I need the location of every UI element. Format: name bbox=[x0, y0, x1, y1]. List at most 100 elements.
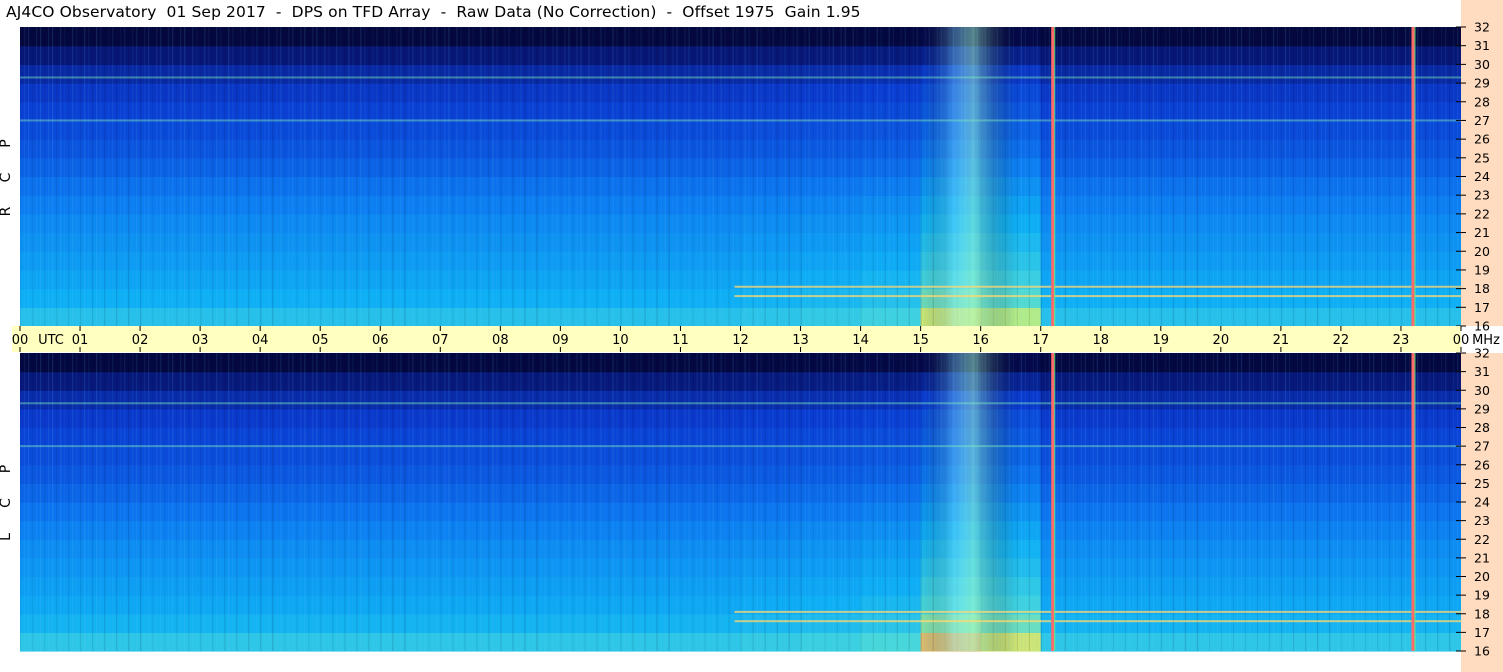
horizontal-band bbox=[20, 76, 1461, 79]
spectrogram-streak bbox=[1100, 353, 1103, 651]
spectrogram-streak bbox=[812, 27, 814, 326]
spectrogram-streak bbox=[1212, 27, 1215, 326]
spectrogram-streak bbox=[256, 353, 258, 651]
spectrogram-streak bbox=[1437, 353, 1439, 651]
time-tick-label: 14 bbox=[852, 333, 869, 348]
spectrogram-streak bbox=[864, 353, 866, 651]
spectrogram-streak bbox=[68, 353, 70, 651]
horizontal-band bbox=[734, 295, 1461, 298]
frequency-tick-label: 22 bbox=[1474, 532, 1490, 547]
spectrogram-streak bbox=[424, 353, 426, 651]
spectrogram-streak bbox=[564, 353, 566, 651]
frequency-tick-label: 19 bbox=[1474, 588, 1490, 603]
spectrogram-streak bbox=[1128, 353, 1131, 651]
spectrogram-streak bbox=[272, 353, 274, 651]
spectrogram-streak bbox=[264, 27, 266, 326]
spectrogram-streak bbox=[1389, 353, 1391, 651]
spectrogram-streak bbox=[1200, 27, 1203, 326]
spectrogram-streak bbox=[360, 27, 362, 326]
spectrogram-streak bbox=[152, 27, 154, 326]
spectrogram-streak bbox=[1244, 353, 1247, 651]
spectrogram-streak bbox=[264, 353, 266, 651]
spectrogram-streak bbox=[116, 27, 118, 326]
spectrogram-streak bbox=[804, 27, 806, 326]
spectrogram-streak bbox=[544, 353, 546, 651]
spectrogram-streak bbox=[64, 353, 66, 651]
spectrogram-streak bbox=[712, 353, 714, 651]
spectrogram-streak bbox=[192, 27, 194, 326]
spectrogram-streak bbox=[1409, 353, 1411, 651]
spectrogram-streak bbox=[568, 353, 570, 651]
spectrogram-streak bbox=[400, 27, 402, 326]
spectrogram-streak bbox=[912, 353, 914, 651]
spectrogram-streak bbox=[1144, 353, 1147, 651]
time-tick-label: 05 bbox=[312, 333, 329, 348]
spectrogram-streak bbox=[884, 27, 886, 326]
spectrogram-streak bbox=[1272, 27, 1275, 326]
spectrogram-streak bbox=[552, 27, 554, 326]
spectrogram-streak bbox=[80, 353, 82, 651]
spectrogram-streak bbox=[704, 353, 706, 651]
spectrogram-streak bbox=[1264, 27, 1267, 326]
spectrogram-streak bbox=[768, 27, 770, 326]
spectrogram-streak bbox=[436, 353, 438, 651]
spectrogram-streak bbox=[668, 27, 670, 326]
spectrogram-streak bbox=[580, 353, 582, 651]
spectrogram-streak bbox=[1132, 353, 1135, 651]
spectrogram-streak bbox=[660, 27, 662, 326]
spectrogram-streak bbox=[1324, 27, 1327, 326]
spectrogram-streak bbox=[540, 27, 542, 326]
spectrogram-streak bbox=[1240, 27, 1243, 326]
spectrogram-streak bbox=[1060, 27, 1062, 326]
spectrogram-streak bbox=[1080, 27, 1082, 326]
spectrogram-streak bbox=[868, 353, 870, 651]
spectrogram-streak bbox=[780, 27, 782, 326]
spectrogram-streak bbox=[664, 27, 666, 326]
spectrogram-streak bbox=[836, 353, 838, 651]
spectrogram-streak bbox=[32, 353, 34, 651]
spectrogram-streak bbox=[600, 27, 602, 326]
spectrogram-streak bbox=[900, 353, 902, 651]
frequency-tick-label: 24 bbox=[1474, 495, 1490, 510]
spectrogram-streak bbox=[560, 27, 562, 326]
spectrogram-streak bbox=[1296, 353, 1299, 651]
spectrogram-streak bbox=[1449, 27, 1451, 326]
spectrogram-streak bbox=[1320, 27, 1323, 326]
spectrogram-streak bbox=[1060, 353, 1062, 651]
spectrogram-streak bbox=[736, 27, 738, 326]
spectrogram-streak bbox=[1453, 353, 1455, 651]
spectrogram-streak bbox=[204, 27, 206, 326]
spectrogram-streak bbox=[412, 27, 414, 326]
spectrogram-streak bbox=[216, 27, 218, 326]
spectrogram-streak bbox=[112, 353, 114, 651]
spectrogram-streak bbox=[628, 27, 630, 326]
spectrogram-streak bbox=[1188, 353, 1191, 651]
spectrogram-streak bbox=[1389, 27, 1391, 326]
spectrogram-streak bbox=[420, 27, 422, 326]
spectrogram-streak bbox=[648, 27, 650, 326]
spectrogram-streak bbox=[224, 27, 226, 326]
spectrogram-streak bbox=[1260, 27, 1263, 326]
spectrogram-streak bbox=[724, 27, 726, 326]
frequency-tick-label: 18 bbox=[1474, 281, 1490, 296]
spectrogram-streak bbox=[900, 27, 902, 326]
spectrogram-streak bbox=[520, 353, 522, 651]
spectrogram-streak bbox=[848, 27, 850, 326]
spectrogram-streak bbox=[484, 27, 486, 326]
spectrogram-streak bbox=[508, 27, 510, 326]
spectrogram-streak bbox=[336, 27, 338, 326]
spectrogram-streak bbox=[868, 27, 870, 326]
spectrogram-streak bbox=[352, 353, 354, 651]
spectrogram-streak bbox=[428, 27, 430, 326]
spectrogram-streak bbox=[480, 353, 482, 651]
spectrogram-streak bbox=[1300, 353, 1303, 651]
spectrogram-streak bbox=[1365, 353, 1367, 651]
spectrogram-streak bbox=[680, 27, 682, 326]
spectrogram-streak bbox=[588, 353, 590, 651]
spectrogram-streak bbox=[612, 353, 614, 651]
spectrogram-streak bbox=[756, 353, 758, 651]
spectrogram-streak bbox=[172, 353, 174, 651]
spectrogram-streak bbox=[828, 353, 830, 651]
spectrogram-streak bbox=[732, 353, 734, 651]
interference-line bbox=[1411, 27, 1415, 326]
